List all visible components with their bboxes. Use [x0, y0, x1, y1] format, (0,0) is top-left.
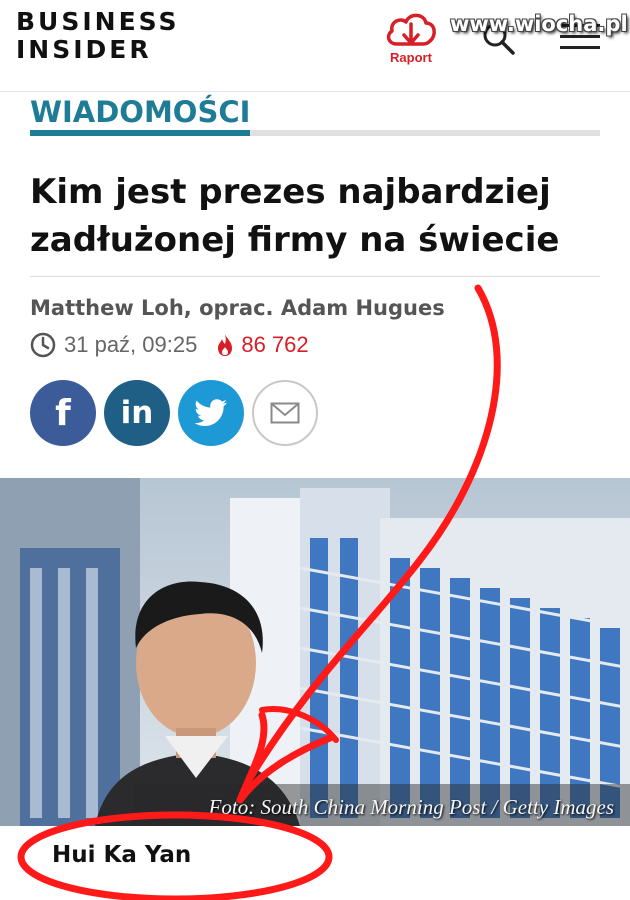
article-photo: Foto: South China Morning Post / Getty I… [0, 478, 630, 826]
raport-cloud-icon [386, 13, 436, 46]
email-share-button[interactable] [252, 380, 318, 446]
share-bar: f in [30, 380, 326, 446]
logo-line-1: BUSINESS [16, 7, 180, 36]
twitter-icon [194, 399, 227, 426]
report-button[interactable]: Raport [382, 8, 440, 72]
logo-line-2: INSIDER [16, 35, 152, 64]
article-meta: 31 paź, 09:25 86 762 [30, 330, 309, 360]
linkedin-icon: in [120, 395, 154, 431]
business-insider-logo[interactable]: BUSINESS INSIDER [16, 8, 180, 64]
clock-icon [30, 332, 56, 358]
article-author[interactable]: Matthew Loh, oprac. Adam Hugues [30, 296, 445, 320]
twitter-share-button[interactable] [178, 380, 244, 446]
section-label[interactable]: WIADOMOŚCI [30, 96, 251, 136]
view-count: 86 762 [241, 332, 309, 357]
article-date: 31 paź, 09:25 [64, 332, 198, 357]
menu-bar [560, 46, 600, 49]
facebook-share-button[interactable]: f [30, 380, 96, 446]
title-divider [30, 276, 600, 277]
photo-illustration [0, 478, 630, 826]
report-label: Raport [390, 50, 432, 65]
flame-icon [218, 334, 233, 356]
article-title: Kim jest prezes najbardziej zadłużonej f… [30, 172, 560, 260]
photo-credit: Foto: South China Morning Post / Getty I… [208, 795, 614, 819]
linkedin-share-button[interactable]: in [104, 380, 170, 446]
facebook-icon: f [55, 392, 71, 434]
watermark: www.wiocha.pl [450, 12, 628, 36]
photo-caption: Hui Ka Yan [52, 842, 192, 868]
site-header: BUSINESS INSIDER Raport www.wiocha.pl [0, 0, 630, 92]
section-header: WIADOMOŚCI [30, 96, 600, 136]
mail-icon [270, 402, 300, 424]
